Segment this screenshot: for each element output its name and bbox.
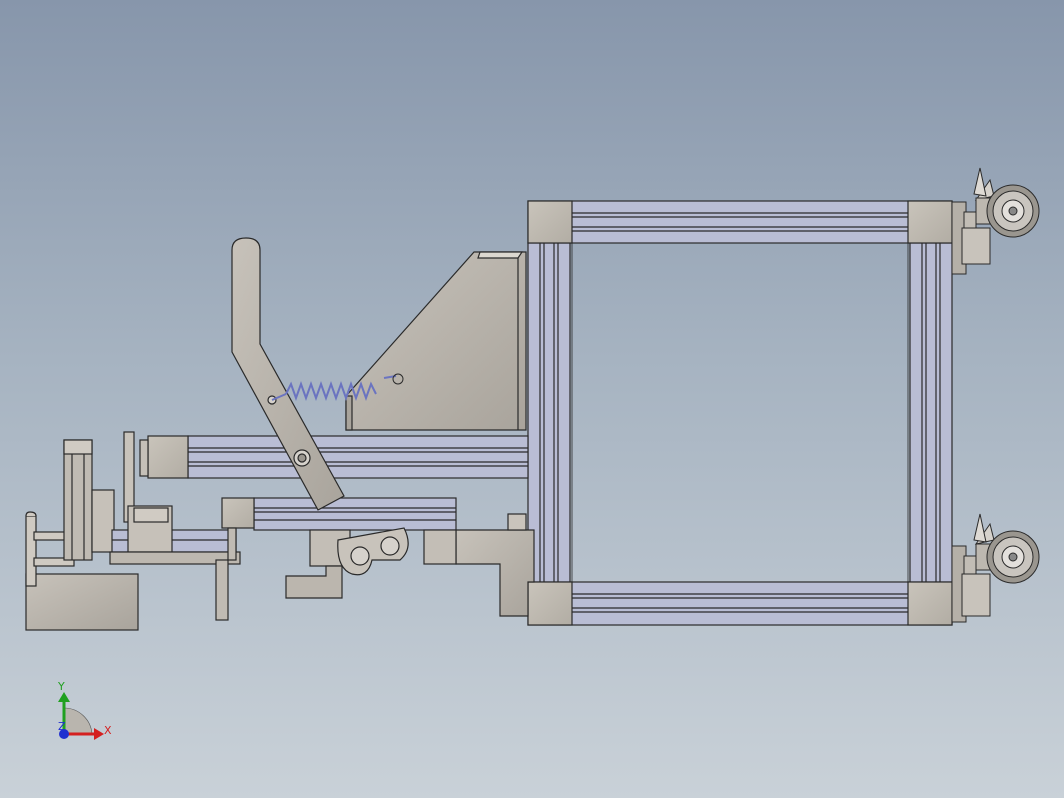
- triad-x-label: X: [104, 724, 112, 737]
- coordinate-triad: Y X Z: [57, 680, 112, 740]
- lower-arm-profile: [221, 497, 457, 531]
- triad-z-label: Z: [58, 720, 66, 733]
- corner-block-top-left: [527, 200, 573, 244]
- caster-wheel-bottom: [951, 513, 1040, 623]
- gusset-plate: [345, 251, 527, 431]
- upper-arm-profile: [139, 435, 529, 479]
- frame-right-post: [909, 242, 953, 583]
- frame-top-beam: [527, 200, 953, 244]
- main-frame: [527, 200, 953, 626]
- cart-assembly-drawing[interactable]: Y X Z: [0, 0, 1064, 798]
- triad-y-label: Y: [57, 680, 65, 693]
- corner-block-bottom-right: [907, 581, 953, 626]
- corner-block-bottom-left: [527, 581, 573, 626]
- frame-bottom-beam: [527, 581, 953, 626]
- cad-viewport[interactable]: Y X Z: [0, 0, 1064, 798]
- corner-block-top-right: [907, 200, 953, 244]
- caster-wheel-top: [951, 167, 1040, 275]
